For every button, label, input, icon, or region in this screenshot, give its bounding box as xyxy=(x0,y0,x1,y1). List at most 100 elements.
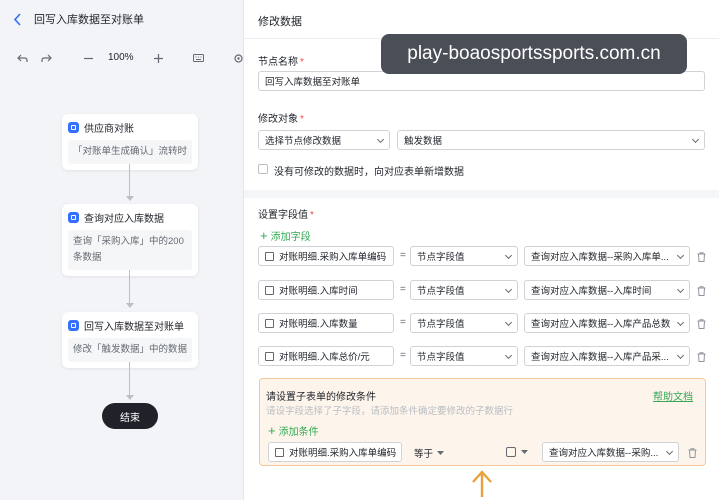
help-doc-link[interactable]: 帮助文档 xyxy=(653,388,693,403)
select-value: 查询对应入库数据--入库产品采... xyxy=(531,352,669,363)
select-value: 查询对应入库数据--采购... xyxy=(549,448,659,459)
node-name-input[interactable]: 回写入库数据至对账单 xyxy=(258,71,705,91)
value-source-select[interactable]: 查询对应入库数据--入库产品采... xyxy=(524,346,690,366)
flow-node-update[interactable]: 回写入库数据至对账单 修改「触发数据」中的数据 xyxy=(62,312,198,368)
condition-field[interactable]: 对账明细.采购入库单编码 xyxy=(268,442,402,462)
watermark-overlay: play-boaosportssports.com.cn xyxy=(381,34,687,74)
number-field-icon xyxy=(265,352,274,361)
equals-sign: = xyxy=(400,317,406,328)
trash-icon[interactable] xyxy=(696,251,706,262)
chevron-down-icon xyxy=(676,318,685,327)
field-name[interactable]: 对账明细.入库总价/元 xyxy=(258,346,394,366)
select-value: 节点字段值 xyxy=(417,319,465,330)
edit-icon xyxy=(68,320,79,331)
equals-sign: = xyxy=(400,284,406,295)
connector-line xyxy=(129,362,130,395)
select-value: 选择节点修改数据 xyxy=(265,136,342,147)
form-icon xyxy=(68,122,79,133)
canvas-toolbar: 100% xyxy=(0,46,243,70)
zoom-in-icon[interactable] xyxy=(150,50,166,66)
select-value: 触发数据 xyxy=(404,136,443,147)
node-name-label: 节点名称 * xyxy=(258,57,304,68)
zoom-out-icon[interactable] xyxy=(80,50,96,66)
equals-sign: = xyxy=(400,350,406,361)
trash-icon[interactable] xyxy=(696,318,706,329)
checkbox-label: 没有可修改的数据时，向对应表单新增数据 xyxy=(274,167,464,178)
value-source-select[interactable]: 查询对应入库数据--入库产品总数 xyxy=(524,313,690,333)
add-field-button[interactable]: + 添加字段 xyxy=(260,227,311,244)
condition-value-select[interactable]: 查询对应入库数据--采购... xyxy=(542,442,679,462)
chevron-down-icon xyxy=(504,351,513,360)
trash-icon[interactable] xyxy=(696,351,706,362)
field-type-icon xyxy=(506,447,516,457)
node-title: 回写入库数据至对账单 xyxy=(84,322,184,333)
keyboard-icon[interactable] xyxy=(190,50,206,66)
field-name-text: 对账明细.入库时间 xyxy=(279,286,358,297)
add-condition-label: 添加条件 xyxy=(278,427,319,438)
connector-arrow xyxy=(126,303,134,308)
fields-label: 设置字段值 * xyxy=(258,210,314,221)
chevron-down-icon xyxy=(665,447,674,456)
redo-icon[interactable] xyxy=(38,50,54,66)
end-node[interactable]: 结束 xyxy=(102,403,158,429)
subform-condition-panel: 请设置子表单的修改条件 帮助文档 请设字段选择了子字段，请添加条件确定要修改的子… xyxy=(259,378,706,466)
field-name-text: 对账明细.入库总价/元 xyxy=(279,352,370,363)
target-label: 修改对象 * xyxy=(258,114,304,125)
trash-icon[interactable] xyxy=(687,447,697,458)
value-mode-select[interactable]: 节点字段值 xyxy=(410,246,518,266)
value-mode-select[interactable]: 节点字段值 xyxy=(410,280,518,300)
caret-down-icon xyxy=(437,450,445,455)
node-description: 查询「采购入库」中的200条数据 xyxy=(68,230,192,270)
value-source-select[interactable]: 查询对应入库数据--入库时间 xyxy=(524,280,690,300)
trash-icon[interactable] xyxy=(696,285,706,296)
field-name[interactable]: 对账明细.采购入库单编码 xyxy=(258,246,394,266)
pointer-arrow-icon xyxy=(472,470,492,497)
add-condition-button[interactable]: + 添加条件 xyxy=(268,422,319,439)
value-mode-select[interactable]: 节点字段值 xyxy=(410,346,518,366)
flow-node-trigger[interactable]: 供应商对账 「对账单生成确认」流转时 xyxy=(62,114,198,170)
flow-title: 回写入库数据至对账单 xyxy=(34,14,144,26)
chevron-down-icon xyxy=(504,285,513,294)
field-name-text: 对账明细.入库数量 xyxy=(279,319,358,330)
chevron-down-icon xyxy=(504,318,513,327)
add-field-label: 添加字段 xyxy=(270,232,311,243)
target-data-select[interactable]: 触发数据 xyxy=(397,130,705,150)
chevron-down-icon xyxy=(504,251,513,260)
value-source-select[interactable]: 查询对应入库数据--采购入库单... xyxy=(524,246,690,266)
select-value: 查询对应入库数据--入库时间 xyxy=(531,286,652,297)
undo-icon[interactable] xyxy=(14,50,30,66)
text-field-icon xyxy=(275,448,284,457)
section-divider xyxy=(244,190,719,198)
chevron-down-icon xyxy=(676,251,685,260)
field-name[interactable]: 对账明细.入库数量 xyxy=(258,313,394,333)
node-description: 「对账单生成确认」流转时 xyxy=(68,140,192,164)
select-value: 查询对应入库数据--采购入库单... xyxy=(531,252,669,263)
number-field-icon xyxy=(265,319,274,328)
flow-node-query[interactable]: 查询对应入库数据 查询「采购入库」中的200条数据 xyxy=(62,204,198,276)
property-panel: 修改数据 节点名称 * 回写入库数据至对账单 修改对象 * 选择节点修改数据 触发数… xyxy=(243,0,719,500)
node-description: 修改「触发数据」中的数据 xyxy=(68,338,192,362)
field-name[interactable]: 对账明细.入库时间 xyxy=(258,280,394,300)
operator-select[interactable]: 等于 xyxy=(414,446,445,460)
node-header: 查询对应入库数据 xyxy=(68,210,192,225)
target-source-select[interactable]: 选择节点修改数据 xyxy=(258,130,390,150)
chevron-down-icon xyxy=(691,135,700,144)
select-value: 节点字段值 xyxy=(417,286,465,297)
datetime-field-icon xyxy=(265,286,274,295)
value-mode-select[interactable]: 节点字段值 xyxy=(410,313,518,333)
chevron-down-icon xyxy=(676,285,685,294)
back-icon[interactable] xyxy=(10,12,24,26)
value-type-select[interactable] xyxy=(506,445,536,459)
select-value: 节点字段值 xyxy=(417,252,465,263)
caret-down-icon xyxy=(521,449,528,454)
add-if-empty-checkbox[interactable] xyxy=(258,164,268,174)
chevron-down-icon xyxy=(376,135,385,144)
chevron-down-icon xyxy=(676,351,685,360)
equals-sign: = xyxy=(400,250,406,261)
plus-icon: + xyxy=(268,422,276,438)
operator-value: 等于 xyxy=(414,449,434,460)
connector-line xyxy=(129,164,130,196)
select-value: 节点字段值 xyxy=(417,352,465,363)
plus-icon: + xyxy=(260,227,268,243)
node-header: 回写入库数据至对账单 xyxy=(68,318,192,333)
